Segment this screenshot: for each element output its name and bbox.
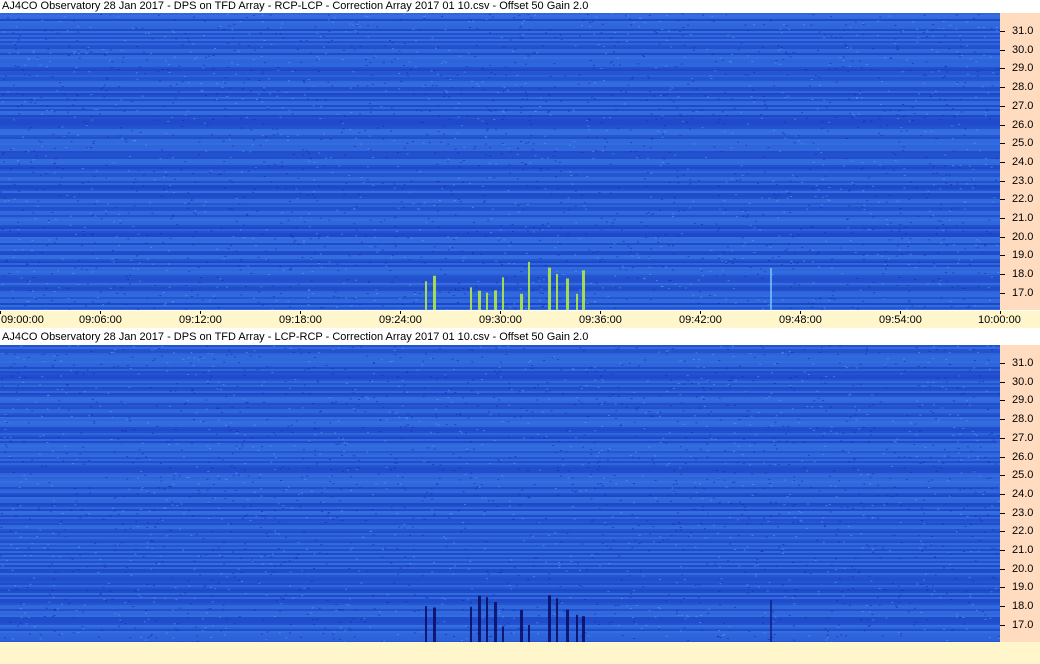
bottom-ytick	[1000, 493, 1005, 495]
bottom-time-axis-strip	[0, 642, 1040, 664]
time-tick-label: 09:48:00	[779, 314, 822, 326]
top-ytick	[1000, 199, 1005, 201]
top-ytick-label: 23.0	[1012, 174, 1034, 187]
top-spectrogram-panel: AJ4CO Observatory 28 Jan 2017 - DPS on T…	[0, 0, 1040, 328]
top-ytick-label: 29.0	[1012, 62, 1034, 75]
top-ytick	[1000, 180, 1005, 182]
bottom-ytick	[1000, 400, 1005, 402]
time-tick-label: 09:24:00	[379, 314, 422, 326]
bottom-ytick-label: 21.0	[1012, 544, 1034, 556]
top-ytick-label: 27.0	[1012, 99, 1034, 112]
top-ytick-label: 31.0	[1012, 25, 1034, 37]
top-ytick-label: 19.0	[1012, 249, 1034, 262]
bottom-ytick-label: 19.0	[1012, 581, 1034, 594]
top-ytick-label: 21.0	[1012, 212, 1034, 224]
bottom-ytick	[1000, 475, 1005, 477]
top-ytick	[1000, 31, 1005, 32]
top-ytick	[1000, 274, 1005, 276]
bottom-ytick	[1000, 587, 1005, 589]
top-ytick-label: 24.0	[1012, 155, 1034, 168]
top-spectrogram-image	[0, 13, 1000, 310]
top-ytick	[1000, 105, 1005, 107]
top-ytick-label: 17.0	[1012, 286, 1034, 299]
top-ytick-label: 18.0	[1012, 268, 1034, 281]
top-ytick	[1000, 236, 1005, 238]
time-tick-label: 09:06:00	[79, 314, 122, 326]
time-tick-label: 09:30:00	[479, 314, 522, 326]
bottom-ytick	[1000, 363, 1005, 364]
bottom-ytick	[1000, 568, 1005, 570]
bottom-ytick-label: 26.0	[1012, 450, 1034, 463]
bottom-ytick	[1000, 437, 1005, 439]
bottom-ytick-label: 23.0	[1012, 506, 1034, 519]
bottom-ytick-label: 24.0	[1012, 487, 1034, 500]
time-axis: 09:00:00 09:06:00 09:12:00 09:18:00 09:24:00…	[0, 311, 1040, 328]
top-ytick-label: 30.0	[1012, 43, 1034, 56]
top-ytick	[1000, 87, 1005, 89]
top-ytick	[1000, 255, 1005, 257]
time-tick-label: 10:00:00	[978, 314, 1021, 326]
bottom-ytick	[1000, 531, 1005, 533]
time-tick-label: 09:12:00	[179, 314, 222, 326]
bottom-ytick-label: 20.0	[1012, 562, 1034, 575]
time-tick-label: 09:42:00	[679, 314, 722, 326]
bottom-ytick	[1000, 606, 1005, 608]
top-ytick-label: 28.0	[1012, 81, 1034, 94]
top-ytick	[1000, 218, 1005, 219]
top-ytick	[1000, 49, 1005, 51]
bottom-ytick-label: 18.0	[1012, 600, 1034, 613]
top-ytick	[1000, 292, 1005, 294]
bottom-ytick	[1000, 550, 1005, 551]
bottom-ytick-label: 17.0	[1012, 618, 1034, 631]
top-ytick-label: 26.0	[1012, 118, 1034, 131]
top-frequency-axis: 31.0 30.0 29.0 28.0 27.0 26.0 25.0 24.0 23.0 22.0…	[1000, 13, 1040, 310]
top-ytick	[1000, 161, 1005, 163]
top-ytick	[1000, 124, 1005, 126]
time-tick-label: 09:00:00	[1, 314, 44, 326]
bottom-ytick-label: 22.0	[1012, 525, 1034, 538]
top-panel-title: AJ4CO Observatory 28 Jan 2017 - DPS on T…	[2, 0, 589, 12]
bottom-ytick	[1000, 624, 1005, 626]
bottom-spectrogram-panel: AJ4CO Observatory 28 Jan 2017 - DPS on T…	[0, 331, 1040, 664]
top-ytick-label: 22.0	[1012, 193, 1034, 206]
time-tick-label: 09:18:00	[279, 314, 322, 326]
top-ytick	[1000, 143, 1005, 145]
bottom-ytick-label: 28.0	[1012, 413, 1034, 426]
bottom-ytick-label: 31.0	[1012, 357, 1034, 369]
top-ytick-label: 20.0	[1012, 230, 1034, 243]
bottom-ytick	[1000, 419, 1005, 421]
bottom-spectrogram-image	[0, 345, 1000, 642]
bottom-ytick	[1000, 512, 1005, 514]
bottom-ytick	[1000, 381, 1005, 383]
bottom-ytick-label: 30.0	[1012, 375, 1034, 388]
time-tick-label: 09:36:00	[579, 314, 622, 326]
bottom-ytick	[1000, 456, 1005, 458]
bottom-ytick-label: 25.0	[1012, 469, 1034, 482]
bottom-ytick-label: 27.0	[1012, 431, 1034, 444]
time-tick-label: 09:54:00	[879, 314, 922, 326]
bottom-panel-title: AJ4CO Observatory 28 Jan 2017 - DPS on T…	[2, 331, 589, 343]
bottom-frequency-axis: 31.0 30.0 29.0 28.0 27.0 26.0 25.0 24.0 23.0 22.0…	[1000, 345, 1040, 642]
top-ytick-label: 25.0	[1012, 137, 1034, 150]
top-ytick	[1000, 68, 1005, 70]
bottom-ytick-label: 29.0	[1012, 394, 1034, 407]
